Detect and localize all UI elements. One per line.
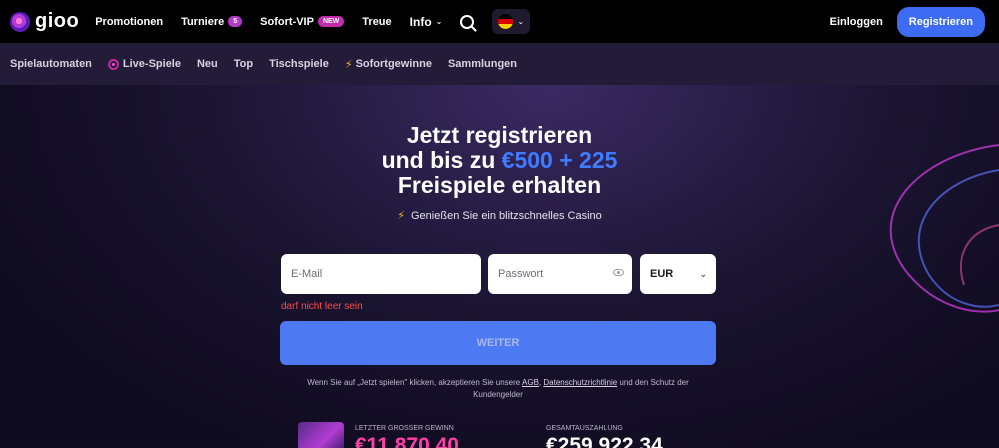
chevron-down-icon: ⌄: [699, 268, 707, 279]
nav-instant-vip[interactable]: Sofort-VIP NEW: [260, 16, 345, 28]
logo-text: gioo: [35, 10, 80, 32]
nav-promotions[interactable]: Promotionen: [95, 16, 163, 28]
nav-tournaments[interactable]: Turniere 5: [181, 16, 243, 28]
last-win-label: LETZTER GROSSER GEWINN: [355, 425, 454, 432]
eye-icon[interactable]: [613, 269, 624, 276]
category-instant-win[interactable]: ⚡ Sofortgewinne: [345, 58, 432, 71]
nav-loyalty[interactable]: Treue: [362, 16, 391, 28]
bonus-amount: €500 + 225: [501, 147, 618, 173]
terms-link[interactable]: AGB: [522, 378, 539, 387]
hero-title-line1: Jetzt registrieren: [406, 122, 593, 148]
hero-title-line2: und bis zu €500 + 225: [381, 147, 618, 173]
category-slots[interactable]: Spielautomaten: [10, 58, 92, 70]
category-bar: Spielautomaten Live-Spiele Neu Top Tisch…: [0, 43, 999, 85]
login-button[interactable]: Einloggen: [830, 16, 883, 28]
currency-select[interactable]: EUR ⌄: [640, 254, 716, 294]
logo-icon: [10, 11, 30, 32]
main-nav: Promotionen Turniere 5 Sofort-VIP NEW Tr…: [95, 9, 531, 34]
game-thumbnail[interactable]: [298, 422, 344, 448]
category-table[interactable]: Tischspiele: [269, 58, 329, 70]
search-icon[interactable]: [460, 14, 475, 29]
nav-info[interactable]: Info ⌄: [410, 15, 443, 29]
email-error-message: darf nicht leer sein: [281, 301, 363, 312]
register-button[interactable]: Registrieren: [896, 6, 985, 37]
last-win-value: €11 870,40: [355, 434, 459, 448]
german-flag-icon: [498, 14, 514, 29]
category-new[interactable]: Neu: [197, 58, 218, 70]
last-big-win: LETZTER GROSSER GEWINN €11 870,40: [355, 425, 459, 448]
terms-text: Wenn Sie auf „Jetzt spielen" klicken, ak…: [307, 378, 689, 399]
tournaments-count-badge: 5: [228, 16, 243, 27]
hero-subtitle: ⚡ Genießen Sie ein blitzschnelles Casino: [397, 210, 602, 222]
lightning-icon: ⚡: [344, 58, 353, 71]
continue-button[interactable]: WEITER: [280, 321, 716, 365]
privacy-link[interactable]: Datenschutzrichtlinie: [543, 378, 617, 387]
new-badge: NEW: [317, 16, 345, 27]
hero-section: Jetzt registrieren und bis zu €500 + 225…: [0, 85, 999, 448]
total-payout: GESAMTAUSZAHLUNG €259 922,34: [546, 425, 663, 448]
hero-title-line3: Freispiele erhalten: [397, 172, 602, 198]
top-bar: gioo Promotionen Turniere 5 Sofort-VIP N…: [0, 0, 999, 43]
category-top[interactable]: Top: [234, 58, 253, 70]
category-collections[interactable]: Sammlungen: [448, 58, 517, 70]
total-payout-value: €259 922,34: [546, 434, 663, 448]
lightning-icon: ⚡: [397, 210, 405, 222]
live-icon: [107, 58, 119, 70]
logo[interactable]: gioo: [10, 10, 79, 33]
chevron-down-icon: ⌄: [435, 17, 443, 26]
password-field[interactable]: Passwort: [488, 254, 632, 294]
email-field[interactable]: E-Mail: [281, 254, 481, 294]
language-selector[interactable]: ⌄: [492, 9, 531, 34]
total-payout-label: GESAMTAUSZAHLUNG: [546, 425, 623, 432]
category-live[interactable]: Live-Spiele: [107, 58, 181, 70]
chevron-down-icon: ⌄: [517, 17, 525, 26]
auth-actions: Einloggen Registrieren: [830, 6, 985, 37]
